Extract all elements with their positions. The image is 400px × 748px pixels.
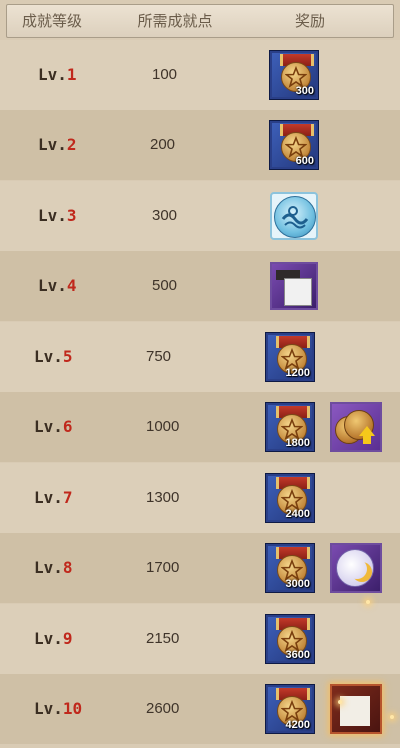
reward-quantity: 1200 [285, 367, 310, 379]
star-medal-icon[interactable]: 300 [270, 51, 318, 99]
header-reward: 奖励 [294, 12, 325, 30]
level-label: Lv.8 [34, 533, 73, 603]
level-prefix: Lv. [34, 417, 63, 436]
reward-quantity: 1800 [285, 437, 310, 449]
red-frame-item-icon[interactable] [330, 684, 382, 734]
reward-quantity: 2400 [285, 508, 310, 520]
level-label: Lv.10 [34, 674, 82, 744]
required-points: 2150 [146, 630, 180, 647]
star-medal-icon[interactable]: 3000 [266, 544, 314, 592]
level-prefix: Lv. [38, 135, 67, 154]
star-medal-icon[interactable]: 4200 [266, 685, 314, 733]
level-number: 4 [66, 276, 77, 295]
header-points: 所需成就点 [137, 12, 213, 30]
reward-quantity: 300 [295, 85, 314, 97]
level-prefix: Lv. [38, 65, 67, 84]
required-points: 100 [152, 66, 178, 83]
required-points: 200 [150, 136, 176, 153]
level-number: 8 [62, 558, 73, 577]
level-label: Lv.7 [34, 463, 73, 533]
level-number: 2 [66, 135, 77, 154]
reward-quantity: 3000 [285, 578, 310, 590]
crescent-moon-icon [347, 559, 367, 579]
reward-quantity: 600 [295, 155, 314, 167]
table-row: Lv.3 300 [0, 181, 400, 251]
frame-inner-icon [340, 696, 370, 726]
star-medal-icon[interactable]: 1200 [266, 333, 314, 381]
table-header: 成就等级 所需成就点 奖励 [6, 4, 394, 38]
level-prefix: Lv. [34, 347, 63, 366]
level-prefix: Lv. [34, 629, 63, 648]
level-prefix: Lv. [34, 488, 63, 507]
table-row: Lv.4 500 [0, 251, 400, 321]
achievement-level-table: 成就等级 所需成就点 奖励 Lv.1 100 300 Lv.2 200 600 Lv.3 30… [0, 0, 400, 748]
star-medal-icon[interactable]: 2400 [266, 474, 314, 522]
level-number: 6 [62, 417, 73, 436]
required-points: 1300 [146, 489, 180, 506]
reward-quantity: 3600 [285, 649, 310, 661]
required-points: 2600 [146, 700, 180, 717]
level-label: Lv.6 [34, 392, 73, 462]
level-prefix: Lv. [34, 699, 63, 718]
header-level: 成就等级 [21, 12, 82, 30]
level-label: Lv.4 [38, 251, 77, 321]
coin-upgrade-icon[interactable] [330, 402, 382, 452]
required-points: 1700 [146, 559, 180, 576]
star-medal-icon[interactable]: 600 [270, 121, 318, 169]
level-prefix: Lv. [38, 276, 67, 295]
reward-quantity: 4200 [285, 719, 310, 731]
required-points: 500 [152, 277, 178, 294]
level-number: 1 [66, 65, 77, 84]
moon-emblem-icon[interactable] [330, 543, 382, 593]
level-number: 10 [62, 699, 83, 718]
wave-emblem-icon[interactable] [270, 192, 318, 240]
frame-item-icon[interactable] [270, 262, 318, 310]
required-points: 750 [146, 348, 172, 365]
table-row: Lv.10 2600 4200 [0, 674, 400, 744]
moon-disk-icon [336, 549, 374, 587]
level-label: Lv.2 [38, 110, 77, 180]
level-prefix: Lv. [38, 206, 67, 225]
sparkle-icon [390, 715, 394, 719]
table-row: Lv.5 750 1200 [0, 322, 400, 392]
sparkle-icon [338, 700, 342, 704]
level-label: Lv.3 [38, 181, 77, 251]
required-points: 300 [152, 207, 178, 224]
level-label: Lv.9 [34, 604, 73, 674]
level-number: 7 [62, 488, 73, 507]
required-points: 1000 [146, 418, 180, 435]
level-number: 5 [62, 347, 73, 366]
table-row: Lv.2 200 600 [0, 110, 400, 180]
star-medal-icon[interactable]: 3600 [266, 615, 314, 663]
level-prefix: Lv. [34, 558, 63, 577]
frame-box-icon [284, 278, 312, 306]
table-row: Lv.7 1300 2400 [0, 463, 400, 533]
level-label: Lv.5 [34, 322, 73, 392]
level-number: 3 [66, 206, 77, 225]
upgrade-arrow-stem [363, 435, 371, 444]
table-row: Lv.1 100 300 [0, 40, 400, 110]
table-row: Lv.8 1700 3000 [0, 533, 400, 603]
level-label: Lv.1 [38, 40, 77, 110]
level-number: 9 [62, 629, 73, 648]
sparkle-icon [366, 600, 370, 604]
table-row: Lv.9 2150 3600 [0, 604, 400, 674]
star-medal-icon[interactable]: 1800 [266, 403, 314, 451]
wave-disk-icon [274, 196, 316, 238]
table-row: Lv.6 1000 1800 [0, 392, 400, 462]
